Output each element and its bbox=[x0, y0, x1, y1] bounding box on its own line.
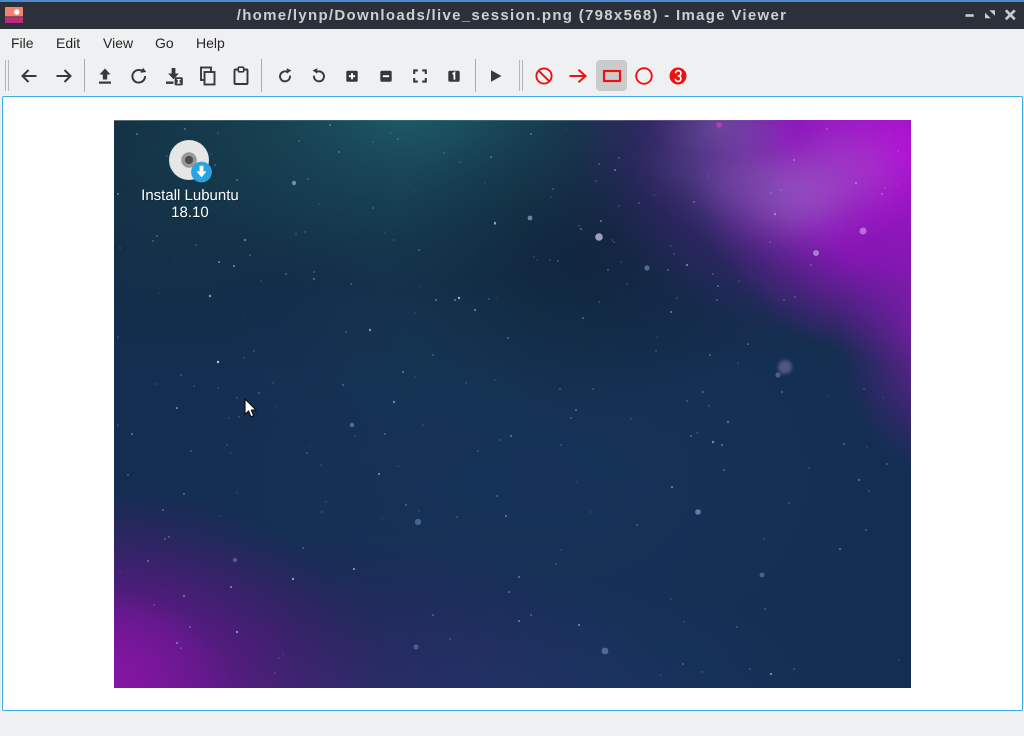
svg-text:Install Lubuntu: Install Lubuntu bbox=[141, 187, 239, 204]
svg-text:18.10: 18.10 bbox=[171, 204, 209, 221]
